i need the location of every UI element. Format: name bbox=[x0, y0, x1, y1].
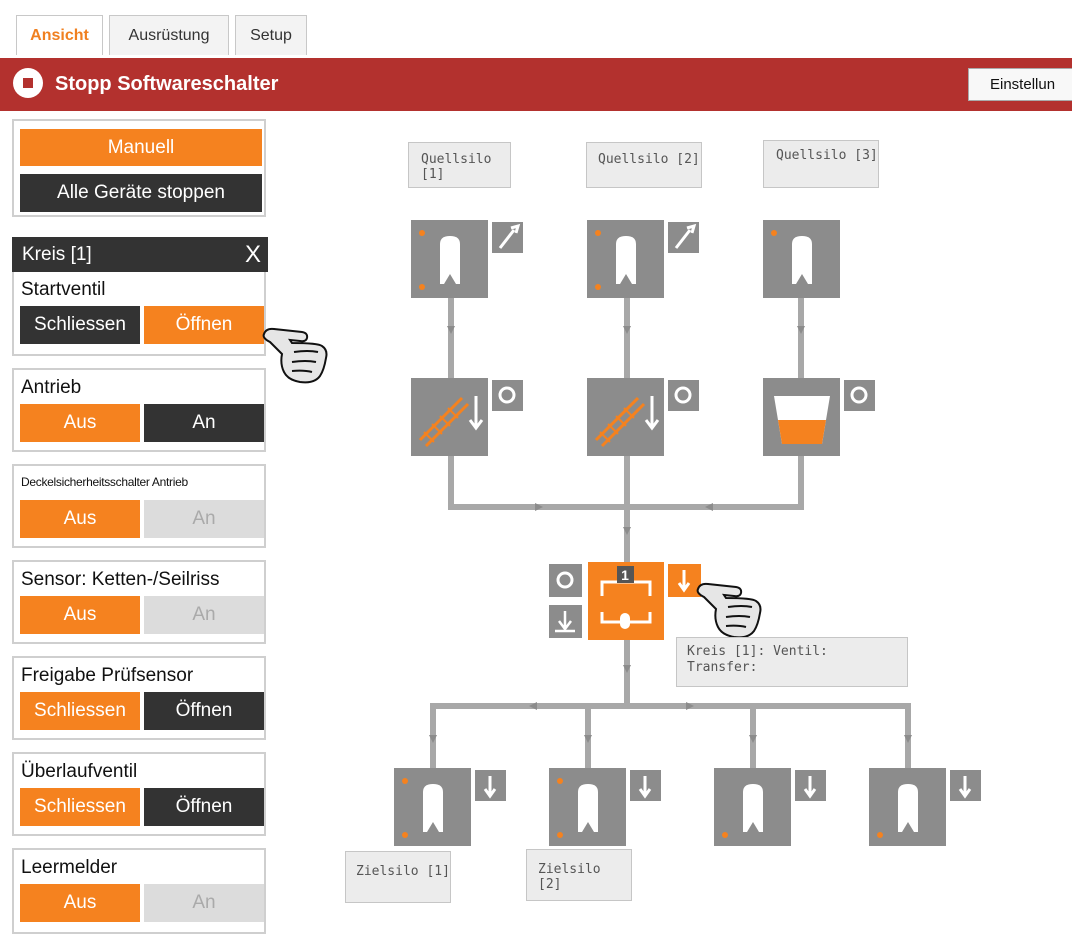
conveyor-2[interactable] bbox=[587, 378, 664, 456]
target-silo-label-2: Zielsilo [2] bbox=[526, 849, 632, 901]
gear-icon[interactable] bbox=[844, 380, 875, 411]
target-silo-1[interactable] bbox=[394, 768, 471, 846]
source-silo-label-1: Quellsilo [1] bbox=[408, 142, 511, 188]
download-icon[interactable] bbox=[549, 605, 582, 638]
pointing-hand-icon bbox=[696, 582, 762, 639]
gear-icon[interactable] bbox=[668, 380, 699, 411]
process-diagram: 1 bbox=[262, 220, 981, 846]
source-silo-label-3: Quellsilo [3] bbox=[763, 140, 879, 188]
target-silo-3[interactable] bbox=[714, 768, 791, 846]
wrench-icon[interactable] bbox=[492, 222, 523, 253]
arrow-down-icon[interactable] bbox=[950, 770, 981, 801]
hopper-bin[interactable] bbox=[763, 378, 840, 456]
arrow-down-icon[interactable] bbox=[795, 770, 826, 801]
arrow-down-icon[interactable] bbox=[475, 770, 506, 801]
gear-icon[interactable] bbox=[492, 380, 523, 411]
source-silo-1[interactable] bbox=[411, 220, 488, 298]
target-silo-4[interactable] bbox=[869, 768, 946, 846]
direction-arrow-icon[interactable] bbox=[668, 564, 701, 597]
pointing-hand-icon bbox=[262, 327, 328, 384]
wrench-icon[interactable] bbox=[668, 222, 699, 253]
conveyor-1[interactable] bbox=[411, 378, 488, 456]
circuit-info-box: Kreis [1]: Ventil: Transfer: bbox=[676, 637, 908, 687]
circuit-info-line-1: Kreis [1]: Ventil: bbox=[687, 644, 828, 659]
circuit-info-line-2: Transfer: bbox=[687, 660, 758, 675]
target-silo-2[interactable] bbox=[549, 768, 626, 846]
source-silo-2[interactable] bbox=[587, 220, 664, 298]
target-silo-label-1: Zielsilo [1] bbox=[345, 851, 451, 903]
valve-number: 1 bbox=[621, 567, 629, 583]
arrow-down-icon[interactable] bbox=[630, 770, 661, 801]
gear-icon[interactable] bbox=[549, 564, 582, 597]
pipe-network bbox=[430, 298, 911, 768]
source-silo-label-2: Quellsilo [2] bbox=[586, 142, 702, 188]
source-silo-3[interactable] bbox=[763, 220, 840, 298]
